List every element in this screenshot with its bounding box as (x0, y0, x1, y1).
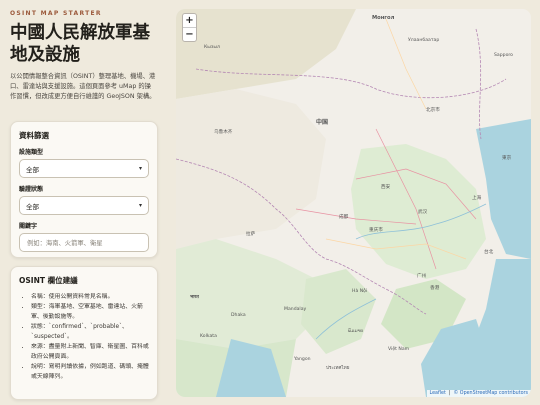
map-tiles (176, 9, 531, 397)
map-label: 北京市 (426, 108, 440, 113)
map-label: 乌鲁木齐 (214, 130, 233, 135)
chevron-down-icon: ▾ (138, 202, 142, 209)
app-kicker: OSINT MAP STARTER (10, 10, 102, 17)
map-label: Mandalay (284, 307, 307, 312)
map-label: 广州 (417, 274, 427, 279)
map-label: 西安 (381, 185, 391, 190)
map-label: भारत (190, 295, 199, 300)
map-label: 成都 (339, 215, 349, 220)
map-label: Монгол (372, 15, 395, 21)
map-label: Улаанбаатар (408, 38, 440, 43)
chevron-down-icon: ▾ (138, 165, 142, 172)
map-label: Kolkata (200, 334, 217, 339)
page-title: 中國人民解放軍基地及設施 (10, 23, 150, 65)
status-value: 全部 (26, 202, 39, 211)
map-label: Việt Nam (388, 347, 410, 352)
osm-attribution-link[interactable]: © OpenStreetMap contributors (453, 391, 528, 396)
zoom-control: + − (182, 13, 197, 42)
keyword-input[interactable]: 例如：海南、火箭軍、衛星 (19, 233, 149, 252)
map-label: 台北 (484, 250, 494, 255)
list-item: 名稱：使用公開資料常見名稱。 (31, 292, 149, 302)
osint-heading: OSINT 欄位建議 (19, 276, 78, 285)
map-label: Yangon (294, 357, 311, 362)
keyword-label: 關鍵字 (19, 223, 38, 230)
facility-type-label: 設施類型 (19, 149, 44, 156)
list-item: 來源：盡量附上新聞、智庫、衛星圖、百科或政府公開頁面。 (31, 342, 149, 362)
list-item: 類型：海軍基地、空軍基地、雷達站、火箭軍、後勤設施等。 (31, 302, 149, 322)
filter-panel: 資料篩選 設施類型 全部 ▾ 驗證狀態 全部 ▾ 關鍵字 例如：海南、火箭軍、衛… (10, 121, 158, 258)
osint-list: 名稱：使用公開資料常見名稱。 類型：海軍基地、空軍基地、雷達站、火箭軍、後勤設施… (19, 292, 149, 382)
map-label: 武汉 (418, 210, 428, 215)
status-select[interactable]: 全部 ▾ (19, 196, 149, 215)
map-label: Dhaka (231, 313, 246, 318)
osint-panel: OSINT 欄位建議 名稱：使用公開資料常見名稱。 類型：海軍基地、空軍基地、雷… (10, 266, 158, 400)
map-label: 香港 (430, 286, 440, 291)
map-view[interactable]: Монгол Улаанбаатар Кызыл 中国 北京市 乌鲁木齐 拉萨 … (176, 9, 531, 397)
intro-text: 以公開情報整合資訊（OSINT）整理基地、機場、港口、雷達站與支援設施。這個頁面… (10, 73, 156, 100)
map-label: ประเทศไทย (326, 366, 350, 371)
zoom-out-button[interactable]: − (183, 27, 196, 41)
map-label: 東京 (502, 156, 512, 161)
list-item: 狀態：`confirmed`、`probable`、`suspected`。 (31, 322, 149, 342)
status-label: 驗證狀態 (19, 186, 44, 193)
list-item: 說明：寫明判讀依據，例如跑道、碼頭、掩體或天線陣列。 (31, 362, 149, 382)
zoom-in-button[interactable]: + (183, 14, 196, 27)
map-label: 中国 (316, 119, 329, 126)
leaflet-link[interactable]: Leaflet (430, 391, 446, 396)
keyword-placeholder: 例如：海南、火箭軍、衛星 (27, 240, 103, 247)
map-label: 上海 (472, 196, 482, 201)
map-label: Кызыл (204, 45, 220, 50)
facility-type-select[interactable]: 全部 ▾ (19, 159, 149, 178)
filter-heading: 資料篩選 (19, 131, 49, 140)
facility-type-value: 全部 (26, 165, 39, 174)
map-label: ພົມມາຍ (348, 329, 364, 334)
map-label: 拉萨 (246, 232, 256, 237)
map-attribution: Leaflet | © OpenStreetMap contributors (426, 390, 531, 397)
attribution-separator: | (448, 391, 451, 396)
map-label: Hà Nội (352, 289, 368, 294)
map-label: 重庆市 (369, 228, 383, 233)
map-label: Sapporo (494, 53, 513, 58)
